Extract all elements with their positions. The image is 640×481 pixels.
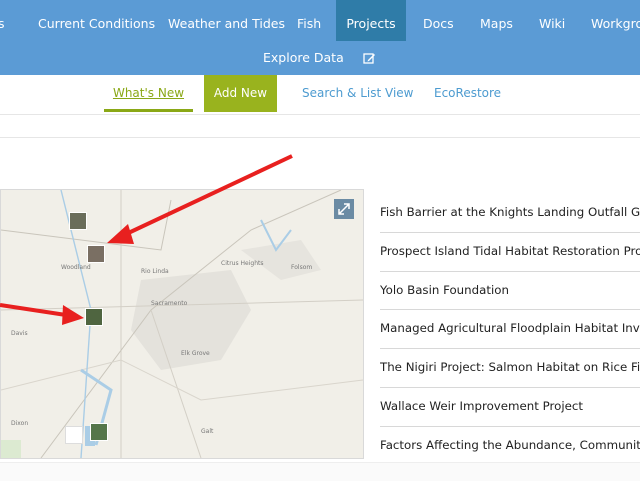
- expand-icon[interactable]: [334, 199, 354, 219]
- top-navigation: s Current Conditions Weather and Tides F…: [0, 0, 640, 75]
- map-label: Davis: [11, 330, 28, 337]
- sub-navigation: What's New Add New Search & List View Ec…: [0, 75, 640, 115]
- nav-item-workgroups[interactable]: Workgrou: [591, 0, 640, 41]
- add-new-button[interactable]: Add New: [204, 75, 277, 112]
- project-marker[interactable]: [87, 245, 105, 263]
- nav-item-weather-tides[interactable]: Weather and Tides: [168, 0, 285, 41]
- nav-item-maps[interactable]: Maps: [480, 0, 513, 41]
- project-link[interactable]: Prospect Island Tidal Habitat Restoratio…: [380, 233, 640, 272]
- project-link[interactable]: Factors Affecting the Abundance, Communi…: [380, 427, 640, 465]
- map-label: Folsom: [291, 264, 313, 271]
- project-list: Fish Barrier at the Knights Landing Outf…: [380, 194, 640, 465]
- divider: [0, 137, 640, 138]
- nav-item-docs[interactable]: Docs: [423, 0, 454, 41]
- project-link[interactable]: Yolo Basin Foundation: [380, 272, 640, 311]
- map-base: [1, 190, 363, 458]
- project-link[interactable]: The Nigiri Project: Salmon Habitat on Ri…: [380, 349, 640, 388]
- nav-item-partial[interactable]: s: [0, 0, 5, 41]
- edit-icon[interactable]: [363, 46, 376, 70]
- nav-item-explore-data[interactable]: Explore Data: [263, 46, 344, 70]
- project-link[interactable]: Fish Barrier at the Knights Landing Outf…: [380, 194, 640, 233]
- project-marker[interactable]: [65, 426, 83, 444]
- footer-divider: [0, 462, 640, 481]
- nav-item-wiki[interactable]: Wiki: [539, 0, 565, 41]
- map-label: Citrus Heights: [221, 260, 264, 267]
- map-label: Sacramento: [151, 300, 188, 307]
- map-label: Rio Linda: [141, 268, 169, 275]
- tab-ecorestore[interactable]: EcoRestore: [434, 75, 501, 112]
- nav-item-fish[interactable]: Fish: [297, 0, 321, 41]
- tab-whats-new[interactable]: What's New: [104, 75, 193, 112]
- map-label: Galt: [201, 428, 214, 435]
- map-label: Dixon: [11, 420, 29, 427]
- project-link[interactable]: Wallace Weir Improvement Project: [380, 388, 640, 427]
- nav-item-projects[interactable]: Projects: [336, 0, 406, 41]
- divider: [0, 114, 640, 115]
- map-label: Elk Grove: [181, 350, 210, 357]
- project-marker[interactable]: [69, 212, 87, 230]
- tab-search-list-view[interactable]: Search & List View: [302, 75, 413, 112]
- nav-item-current-conditions[interactable]: Current Conditions: [38, 0, 155, 41]
- project-map[interactable]: Woodland Rio Linda Sacramento Elk Grove …: [0, 189, 364, 459]
- map-label: Woodland: [61, 264, 91, 271]
- project-marker[interactable]: [90, 423, 108, 441]
- project-marker[interactable]: [85, 308, 103, 326]
- project-link[interactable]: Managed Agricultural Floodplain Habitat …: [380, 310, 640, 350]
